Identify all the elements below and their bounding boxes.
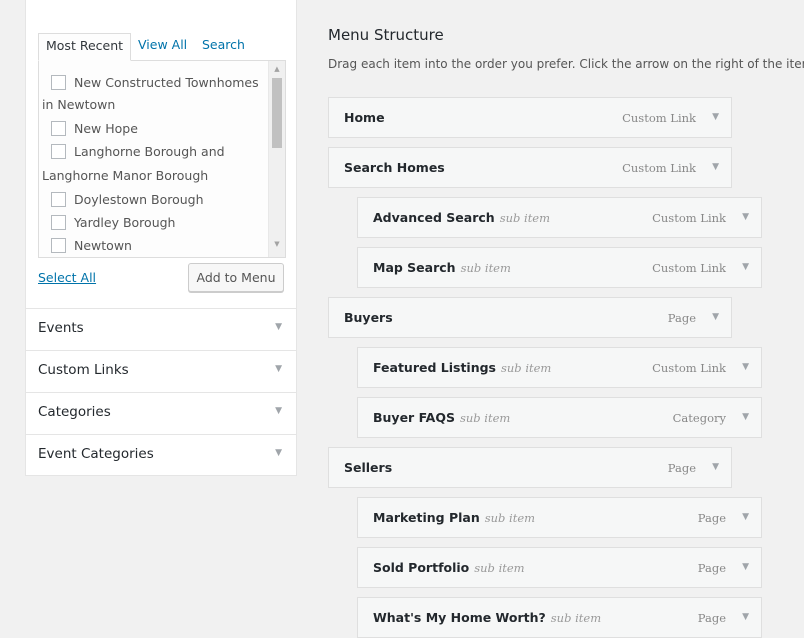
menu-item-type: Custom Link — [652, 211, 726, 225]
tab-view-all[interactable]: View All — [138, 33, 187, 61]
sub-item-label: sub item — [499, 211, 551, 225]
list-item-label: Newtown — [74, 238, 132, 253]
list-item: Doylestown Borough — [51, 189, 263, 211]
menu-item-type: Page — [697, 511, 726, 525]
menu-item-type: Category — [672, 411, 726, 425]
menu-item-type: Custom Link — [622, 111, 696, 125]
checkbox[interactable] — [51, 75, 66, 90]
triangle-down-icon[interactable]: ▼ — [275, 322, 282, 332]
list-item-label: Langhorne Borough and — [74, 144, 225, 159]
menu-item-title: Buyer FAQS sub item — [373, 410, 511, 425]
sub-item-label: sub item — [459, 411, 511, 425]
list-item-continuation: in Newtown — [42, 94, 254, 116]
menu-item-title: Advanced Search sub item — [373, 210, 551, 225]
sub-item-label: sub item — [474, 561, 525, 575]
section-event-categories[interactable]: Event Categories ▼ — [26, 434, 296, 476]
tab-bar: Most Recent View All Search — [38, 33, 286, 61]
list-item: Langhorne Borough and — [51, 141, 263, 163]
section-title: Custom Links — [38, 362, 129, 378]
list-item-label: New Constructed Townhomes — [74, 75, 259, 90]
triangle-down-icon[interactable]: ▼ — [712, 312, 719, 322]
section-title: Events — [38, 320, 84, 336]
checkbox[interactable] — [51, 192, 66, 207]
triangle-down-icon[interactable]: ▼ — [275, 364, 282, 374]
list-scrollbar[interactable]: ▲ ▼ — [268, 61, 285, 257]
tab-search[interactable]: Search — [202, 33, 245, 61]
menu-item-type: Custom Link — [652, 361, 726, 375]
triangle-down-icon[interactable]: ▼ — [742, 212, 749, 222]
triangle-down-icon[interactable]: ▼ — [742, 412, 749, 422]
menu-item-type: Page — [667, 311, 696, 325]
section-title: Categories — [38, 404, 111, 420]
menu-item-sellers[interactable]: Sellers Page ▼ — [328, 447, 732, 488]
menu-item-title: Sellers — [344, 460, 393, 475]
menu-item-buyers[interactable]: Buyers Page ▼ — [328, 297, 732, 338]
menu-item-title: Marketing Plan sub item — [373, 510, 536, 525]
list-item-continuation: Langhorne Manor Borough — [42, 165, 254, 187]
menu-item-featured-listings[interactable]: Featured Listings sub item Custom Link ▼ — [357, 347, 762, 388]
triangle-down-icon[interactable]: ▼ — [712, 462, 719, 472]
menu-item-home[interactable]: Home Custom Link ▼ — [328, 97, 732, 138]
menu-structure-heading: Menu Structure — [328, 26, 444, 44]
section-events[interactable]: Events ▼ — [26, 308, 296, 350]
section-title: Event Categories — [38, 446, 154, 462]
menu-item-type: Custom Link — [652, 261, 726, 275]
menu-item-home-worth[interactable]: What's My Home Worth? sub item Page ▼ — [357, 597, 762, 638]
add-menu-items-panel: Most Recent View All Search New Construc… — [25, 0, 297, 476]
list-item: Yardley Borough — [51, 212, 263, 234]
menu-item-title: Featured Listings sub item — [373, 360, 552, 375]
sub-item-label: sub item — [460, 261, 511, 275]
list-item-label: New Hope — [74, 121, 138, 136]
menu-item-type: Custom Link — [622, 161, 696, 175]
menu-item-advanced-search[interactable]: Advanced Search sub item Custom Link ▼ — [357, 197, 762, 238]
section-categories[interactable]: Categories ▼ — [26, 392, 296, 434]
triangle-down-icon[interactable]: ▼ — [742, 262, 749, 272]
tab-most-recent[interactable]: Most Recent — [38, 33, 132, 61]
triangle-down-icon[interactable]: ▼ — [712, 162, 719, 172]
triangle-down-icon[interactable]: ▼ — [742, 612, 749, 622]
menu-structure-description: Drag each item into the order you prefer… — [328, 57, 804, 71]
menu-item-map-search[interactable]: Map Search sub item Custom Link ▼ — [357, 247, 762, 288]
section-custom-links[interactable]: Custom Links ▼ — [26, 350, 296, 392]
menu-item-title: Search Homes — [344, 160, 445, 175]
triangle-down-icon[interactable]: ▼ — [742, 362, 749, 372]
list-item-label: in Newtown — [42, 97, 116, 112]
scroll-up-icon[interactable]: ▲ — [269, 62, 285, 76]
menu-item-title: Map Search sub item — [373, 260, 511, 275]
menu-item-title: Buyers — [344, 310, 393, 325]
scroll-down-icon[interactable]: ▼ — [269, 237, 285, 251]
triangle-down-icon[interactable]: ▼ — [275, 448, 282, 458]
checkbox[interactable] — [51, 215, 66, 230]
menu-item-title: Home — [344, 110, 385, 125]
list-item: New Constructed Townhomes — [51, 72, 263, 94]
triangle-down-icon[interactable]: ▼ — [742, 512, 749, 522]
list-item-label: Yardley Borough — [74, 215, 176, 230]
menu-item-search-homes[interactable]: Search Homes Custom Link ▼ — [328, 147, 732, 188]
most-recent-list-box: New Constructed Townhomes in Newtown New… — [38, 60, 286, 258]
list-item: New Hope — [51, 118, 263, 140]
scrollbar-thumb[interactable] — [272, 78, 282, 148]
select-all-link[interactable]: Select All — [38, 270, 96, 285]
triangle-down-icon[interactable]: ▼ — [742, 562, 749, 572]
menu-item-buyer-faqs[interactable]: Buyer FAQS sub item Category ▼ — [357, 397, 762, 438]
checkbox[interactable] — [51, 121, 66, 136]
menu-item-type: Page — [667, 461, 696, 475]
triangle-down-icon[interactable]: ▼ — [275, 406, 282, 416]
triangle-down-icon[interactable]: ▼ — [712, 112, 719, 122]
checkbox[interactable] — [51, 144, 66, 159]
sub-item-label: sub item — [501, 361, 552, 375]
menu-item-type: Page — [697, 561, 726, 575]
list-item-label: Doylestown Borough — [74, 192, 204, 207]
checkbox[interactable] — [51, 238, 66, 253]
menu-item-marketing-plan[interactable]: Marketing Plan sub item Page ▼ — [357, 497, 762, 538]
sub-item-label: sub item — [484, 511, 536, 525]
add-to-menu-button[interactable]: Add to Menu — [188, 263, 284, 292]
list-item-label: Langhorne Manor Borough — [42, 168, 209, 183]
menu-item-sold-portfolio[interactable]: Sold Portfolio sub item Page ▼ — [357, 547, 762, 588]
menu-item-title: Sold Portfolio sub item — [373, 560, 525, 575]
list-item: Newtown — [51, 235, 263, 257]
